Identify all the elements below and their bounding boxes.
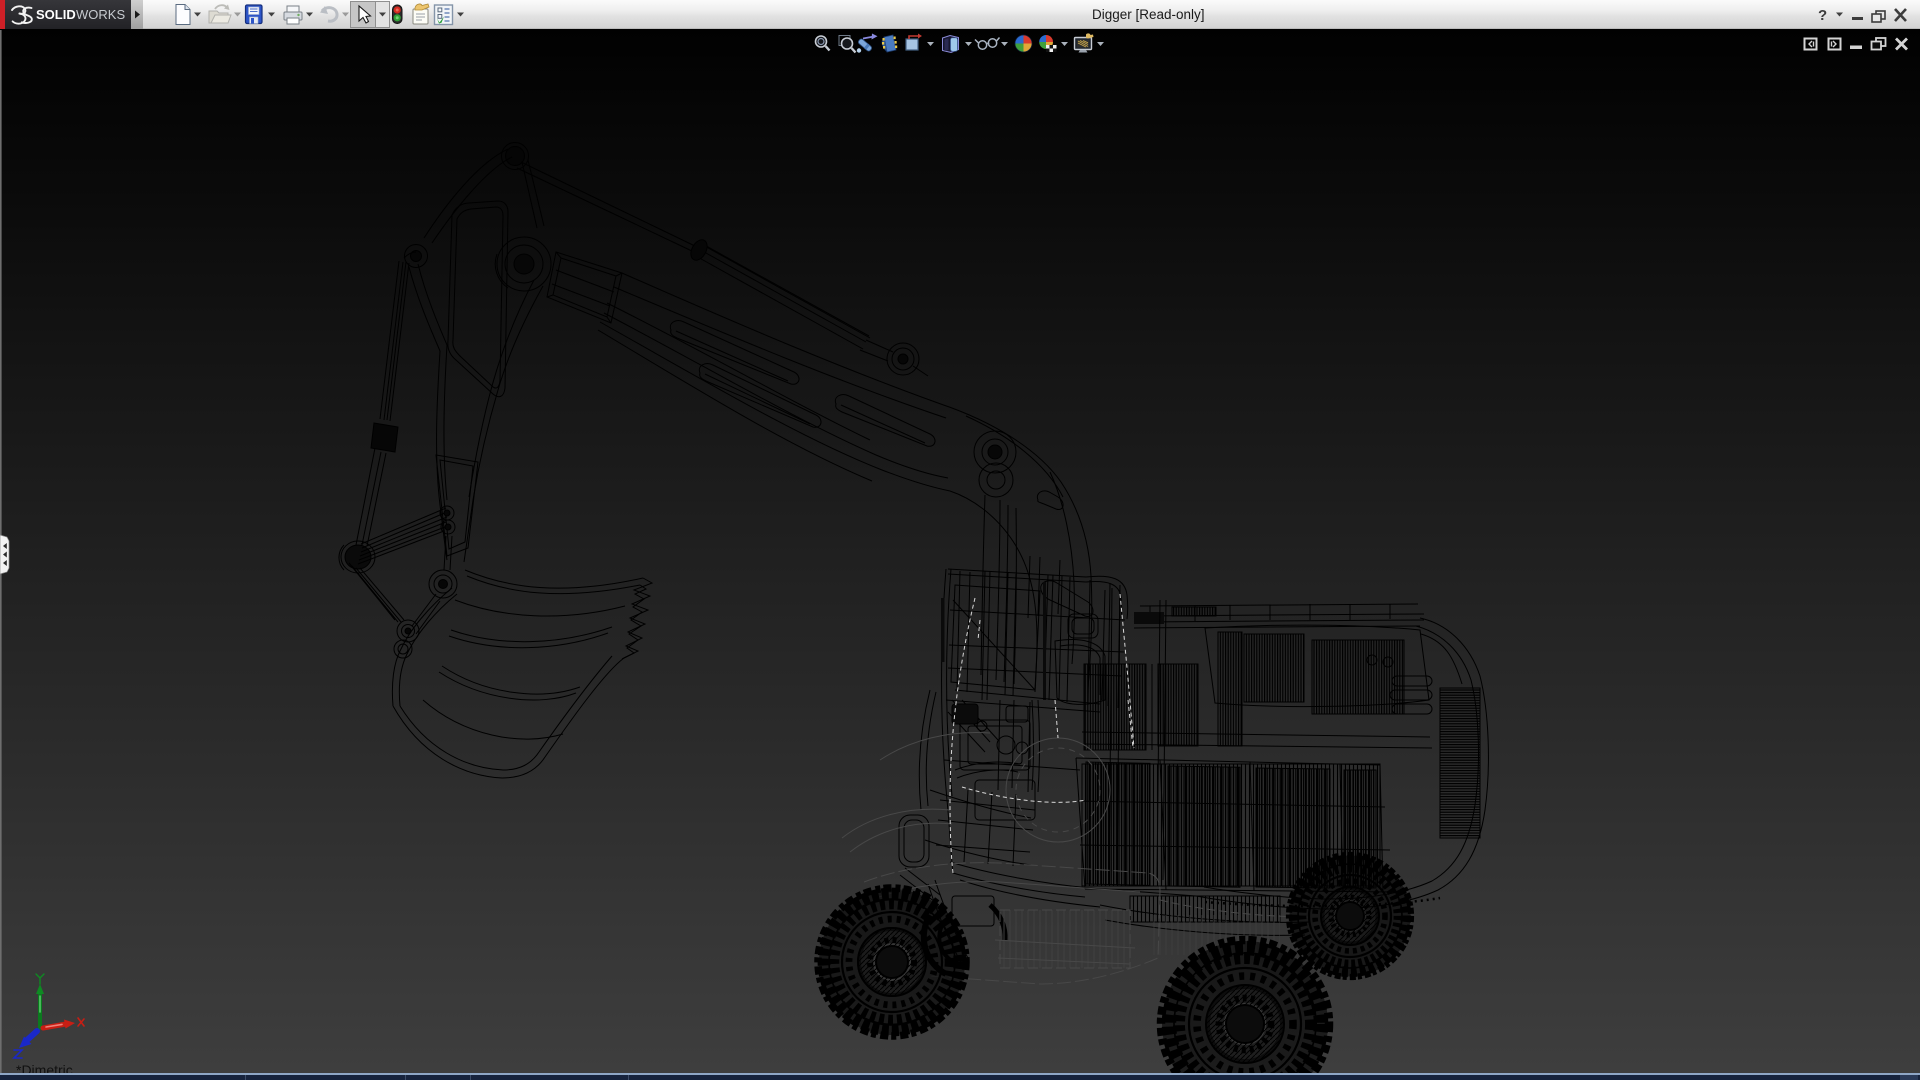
svg-text:SOLID: SOLID (36, 7, 76, 22)
svg-text:?: ? (1818, 7, 1827, 24)
svg-text:WORKS: WORKS (76, 7, 125, 22)
